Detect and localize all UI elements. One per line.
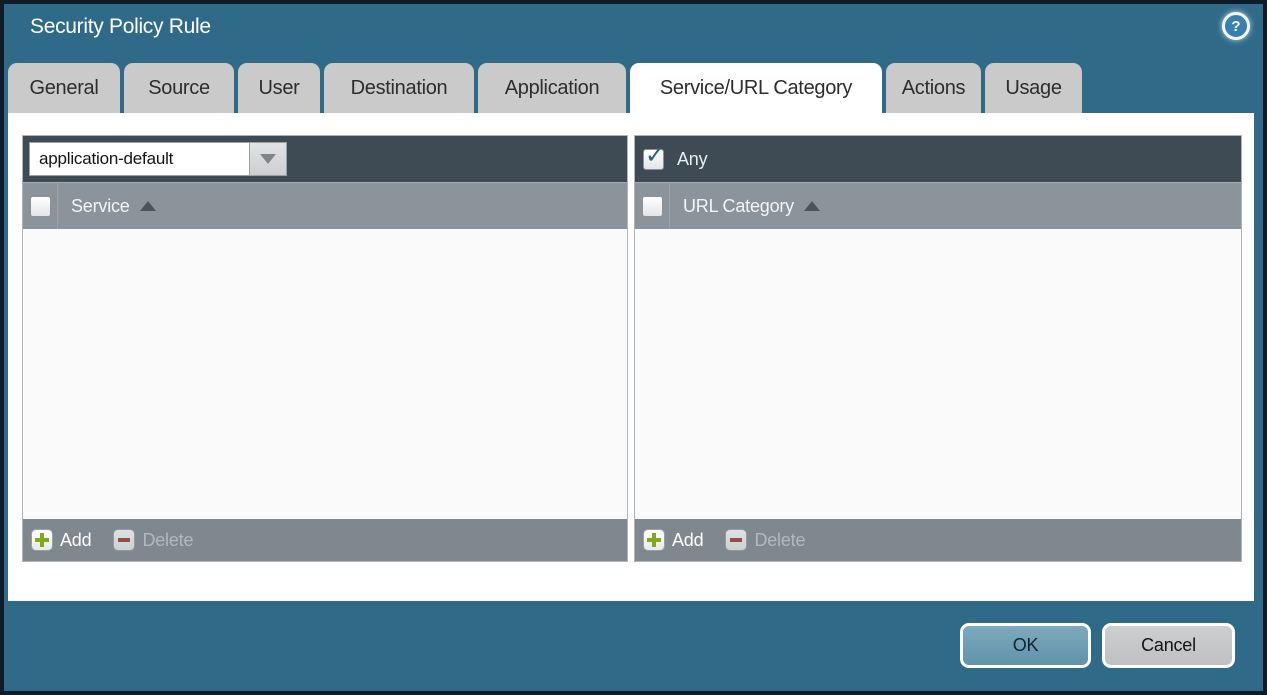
- url-category-footer: Add Delete: [635, 519, 1241, 561]
- service-list: [23, 229, 627, 519]
- url-category-add-label: Add: [672, 530, 703, 551]
- url-category-delete-button[interactable]: Delete: [725, 529, 805, 551]
- url-category-add-button[interactable]: Add: [643, 529, 703, 551]
- page-title: Security Policy Rule: [30, 15, 211, 39]
- service-toolbar: application-default: [23, 136, 627, 182]
- service-add-button[interactable]: Add: [31, 529, 91, 551]
- url-category-any-row: ✓ Any: [635, 136, 1241, 182]
- tab-usage[interactable]: Usage: [985, 63, 1082, 113]
- tab-general[interactable]: General: [8, 63, 120, 113]
- cancel-button[interactable]: Cancel: [1102, 623, 1235, 668]
- service-type-dropdown-value[interactable]: application-default: [29, 142, 250, 176]
- service-select-all-cell: [23, 183, 58, 229]
- ok-button[interactable]: OK: [960, 623, 1091, 668]
- service-delete-label: Delete: [142, 530, 193, 551]
- service-select-all-checkbox[interactable]: [30, 196, 51, 217]
- question-glyph: ?: [1231, 18, 1240, 35]
- url-category-select-all-checkbox[interactable]: [642, 196, 663, 217]
- tab-bar: General Source User Destination Applicat…: [8, 63, 1082, 113]
- tab-user[interactable]: User: [238, 63, 320, 113]
- delete-icon: [725, 529, 747, 551]
- url-category-delete-label: Delete: [754, 530, 805, 551]
- help-icon[interactable]: ?: [1222, 12, 1250, 40]
- sort-ascending-icon[interactable]: [804, 201, 820, 211]
- url-category-column-header: URL Category: [635, 182, 1241, 229]
- chevron-down-icon: [260, 154, 276, 164]
- service-panel: application-default Service Add: [22, 135, 628, 562]
- tab-source[interactable]: Source: [124, 63, 234, 113]
- service-column-label: Service: [71, 196, 130, 217]
- url-category-column-label: URL Category: [683, 196, 794, 217]
- any-label: Any: [677, 149, 707, 170]
- service-type-dropdown[interactable]: application-default: [29, 142, 287, 176]
- checkmark-icon: ✓: [645, 143, 665, 167]
- service-delete-button[interactable]: Delete: [113, 529, 193, 551]
- tab-destination[interactable]: Destination: [324, 63, 474, 113]
- service-add-label: Add: [60, 530, 91, 551]
- delete-icon: [113, 529, 135, 551]
- tab-application[interactable]: Application: [478, 63, 626, 113]
- url-category-select-all-cell: [635, 183, 670, 229]
- sort-ascending-icon[interactable]: [140, 201, 156, 211]
- service-type-dropdown-button[interactable]: [250, 142, 287, 176]
- url-category-list: [635, 229, 1241, 519]
- any-checkbox[interactable]: ✓: [643, 149, 664, 170]
- security-policy-rule-dialog: Security Policy Rule ? General Source Us…: [0, 0, 1267, 695]
- add-icon: [31, 529, 53, 551]
- service-column-header: Service: [23, 182, 627, 229]
- dialog-body: application-default Service Add: [8, 113, 1254, 601]
- add-icon: [643, 529, 665, 551]
- tab-service-url-category[interactable]: Service/URL Category: [630, 63, 882, 113]
- url-category-panel: ✓ Any URL Category Add Delete: [634, 135, 1242, 562]
- service-footer: Add Delete: [23, 519, 627, 561]
- tab-actions[interactable]: Actions: [886, 63, 981, 113]
